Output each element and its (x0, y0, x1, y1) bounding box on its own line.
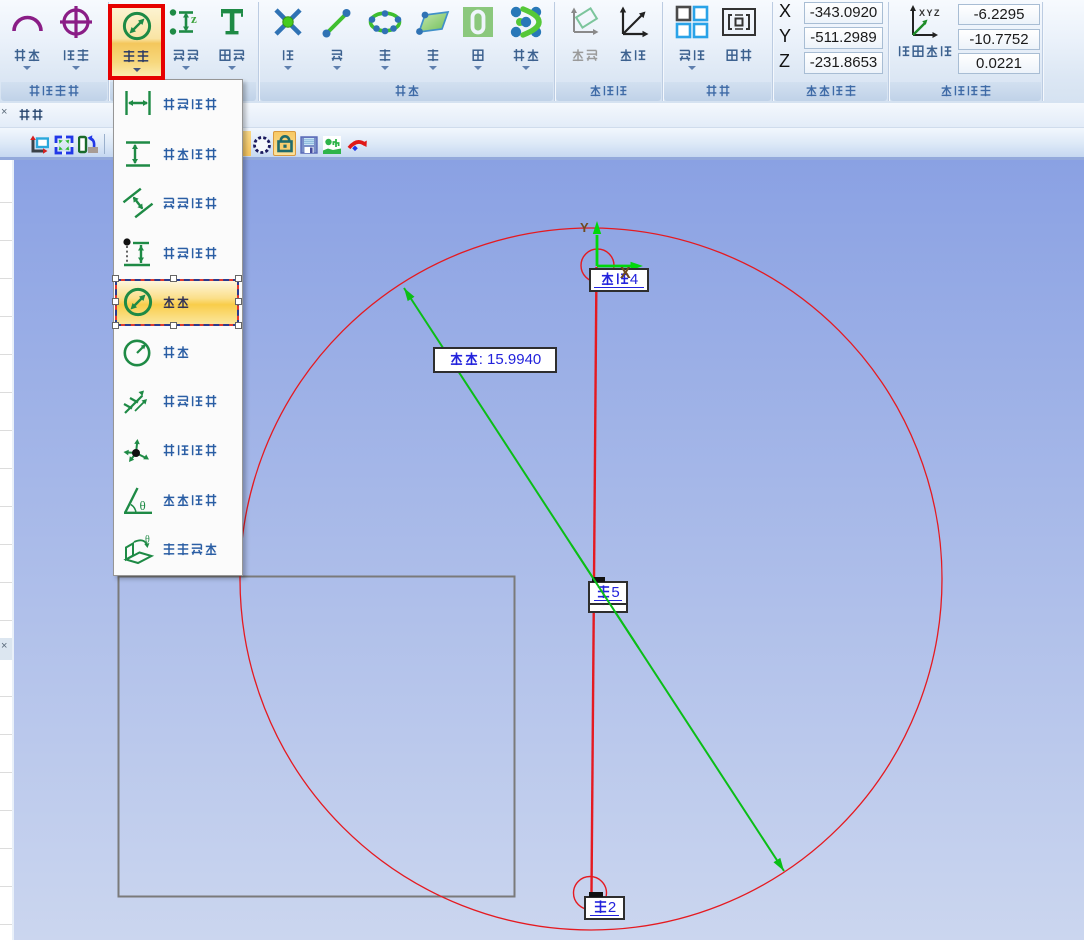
svg-text:θ: θ (145, 535, 150, 546)
svg-text:θ: θ (140, 498, 146, 513)
svg-text:z: z (191, 11, 197, 26)
svg-text:XYZ: XYZ (919, 8, 941, 18)
